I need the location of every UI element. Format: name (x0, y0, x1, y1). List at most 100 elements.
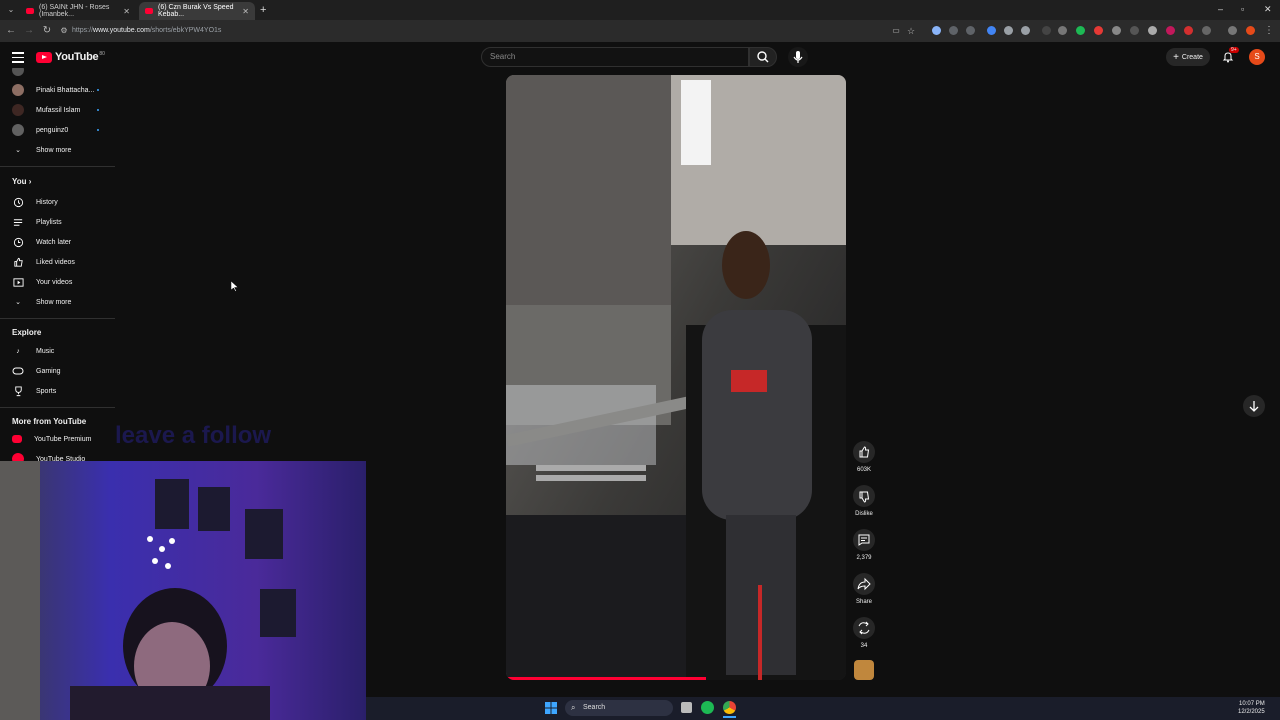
sidebar-item-history[interactable]: History (0, 192, 115, 212)
sidebar-item-music[interactable]: ♪ Music (0, 341, 115, 361)
sidebar-item-label: Watch later (36, 238, 72, 246)
tab-title: (6) Czn Burak Vs Speed Kebab... (158, 4, 234, 18)
voice-search-button[interactable] (788, 47, 808, 67)
new-content-dot (97, 129, 99, 131)
minimize-icon[interactable]: – (1218, 4, 1223, 14)
extension-icon[interactable] (1076, 26, 1085, 35)
extension-icon[interactable] (1021, 26, 1030, 35)
sidepanel-icon[interactable] (1228, 26, 1237, 35)
create-button[interactable]: + Create (1166, 48, 1210, 66)
notifications-button[interactable]: 9+ (1222, 47, 1239, 63)
sidebar-channel-pinaki[interactable]: Pinaki Bhattacha... (0, 80, 115, 100)
sidebar-item-gaming[interactable]: Gaming (0, 361, 115, 381)
browser-tab-2[interactable]: (6) Czn Burak Vs Speed Kebab... ✕ (139, 2, 255, 20)
extension-icon[interactable] (987, 26, 996, 35)
extension-icon[interactable] (1042, 26, 1051, 35)
divider (0, 407, 115, 408)
music-icon: ♪ (16, 347, 20, 355)
system-clock[interactable]: 10:07 PM 12/2/2025 (1238, 700, 1265, 716)
hamburger-menu-icon[interactable] (12, 52, 24, 63)
extension-icon[interactable] (1166, 26, 1175, 35)
clock-time: 10:07 PM (1239, 701, 1265, 707)
show-more-subscriptions[interactable]: ⌄ Show more (0, 140, 115, 160)
extension-icon[interactable] (1148, 26, 1157, 35)
thumbs-down-icon (859, 491, 870, 503)
comment-icon (858, 534, 870, 546)
webcam-overlay (0, 461, 366, 720)
audio-track-thumbnail[interactable] (854, 660, 874, 680)
sidebar-channel-mufassil[interactable]: Mufassil Islam (0, 100, 115, 120)
short-video-player[interactable] (506, 75, 846, 680)
you-heading[interactable]: You › (12, 177, 31, 186)
sidebar-item-your-videos[interactable]: Your videos (0, 272, 115, 292)
like-button[interactable] (853, 441, 875, 463)
active-app-indicator (723, 716, 736, 718)
sidebar-channel-penguinz0[interactable]: penguinz0 (0, 120, 115, 140)
youtube-logo[interactable]: YouTube 80 (36, 51, 105, 63)
more-from-youtube-heading: More from YouTube (12, 417, 87, 426)
browser-tab-1[interactable]: (6) SAINt JHN - Roses (Imanbek... ✕ (20, 2, 136, 20)
forward-icon[interactable]: → (22, 24, 36, 38)
browser-menu-icon[interactable]: ⋮ (1262, 24, 1276, 38)
sidebar: Pinaki Bhattacha... Mufassil Islam pengu… (0, 68, 115, 463)
sidebar-item-youtube-premium[interactable]: YouTube Premium (0, 429, 115, 449)
sidebar-item-playlists[interactable]: Playlists (0, 212, 115, 232)
taskbar-search[interactable]: ⌕ Search (565, 700, 673, 716)
spotify-icon[interactable] (701, 701, 714, 714)
sidebar-item-watch-later[interactable]: Watch later (0, 232, 115, 252)
show-more-you[interactable]: ⌄ Show more (0, 292, 115, 312)
watch-later-icon (12, 236, 24, 248)
thumbs-up-icon (859, 446, 870, 458)
search-button[interactable] (749, 47, 777, 67)
chevron-down-icon: ⌄ (15, 147, 21, 154)
clock-date: 12/2/2025 (1238, 709, 1265, 715)
chrome-icon[interactable] (723, 701, 736, 714)
sidebar-item-sports[interactable]: Sports (0, 381, 115, 401)
video-progress-bar[interactable] (506, 677, 706, 680)
site-info-icon[interactable]: ⚙ (57, 24, 71, 38)
account-avatar[interactable]: S (1249, 49, 1265, 65)
notification-badge: 9+ (1229, 47, 1239, 53)
share-icon (857, 577, 871, 591)
remix-button[interactable] (853, 617, 875, 639)
share-button[interactable] (853, 573, 875, 595)
maximize-icon[interactable]: ▫ (1241, 4, 1244, 14)
close-tab-icon[interactable]: ✕ (123, 7, 130, 16)
extension-icon[interactable] (1094, 26, 1103, 35)
windows-start-icon[interactable] (545, 702, 557, 714)
next-short-button[interactable] (1243, 395, 1265, 417)
extension-icon[interactable] (1112, 26, 1121, 35)
task-view-icon[interactable] (681, 702, 692, 713)
reload-icon[interactable]: ↻ (40, 24, 54, 38)
dislike-button[interactable] (853, 485, 875, 507)
cast-icon[interactable]: ▭ (889, 24, 903, 38)
like-count: 603K (856, 467, 871, 473)
search-input[interactable]: Search (481, 47, 749, 67)
extension-icon[interactable] (966, 26, 975, 35)
your-videos-icon (12, 276, 24, 288)
close-tab-icon[interactable]: ✕ (242, 7, 249, 16)
sidebar-item-label: Your videos (36, 278, 73, 286)
url-field[interactable]: https://www.youtube.com/shorts/ebkYPW4YO… (72, 24, 872, 38)
extension-icon[interactable] (1130, 26, 1139, 35)
profile-icon[interactable] (1246, 26, 1255, 35)
sidebar-channel-partial[interactable] (0, 68, 115, 80)
tab-title: (6) SAINt JHN - Roses (Imanbek... (39, 4, 110, 18)
bookmark-star-icon[interactable]: ☆ (904, 24, 918, 38)
extension-icon[interactable] (1004, 26, 1013, 35)
comments-button[interactable] (853, 529, 875, 551)
new-tab-button[interactable]: + (260, 4, 266, 16)
extensions-puzzle-icon[interactable] (1202, 26, 1211, 35)
video-frame (506, 75, 846, 680)
back-icon[interactable]: ← (4, 24, 18, 38)
extension-icon[interactable] (1058, 26, 1067, 35)
close-window-icon[interactable]: ✕ (1264, 4, 1272, 15)
extension-icon[interactable] (1184, 26, 1193, 35)
sidebar-item-liked-videos[interactable]: Liked videos (0, 252, 115, 272)
extension-icon[interactable] (949, 26, 958, 35)
extension-icon[interactable] (932, 26, 941, 35)
chevron-right-icon: › (28, 177, 32, 186)
new-content-dot (97, 89, 99, 91)
tab-search-icon[interactable]: ⌄ (4, 3, 18, 17)
like-icon (12, 256, 24, 268)
